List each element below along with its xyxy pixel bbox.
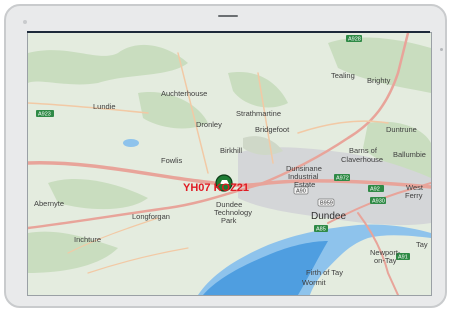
road-label-a92: A92 [370,187,380,193]
road-label-a928: A928 [348,37,361,43]
place-label-longforgan: Longforgan [132,212,170,221]
road-label-a930: A930 [372,199,385,205]
speaker-slot [218,15,238,17]
place-label-duntrune: Duntrune [386,125,417,134]
lake [123,139,139,147]
place-label-auchterhouse: Auchterhouse [161,89,207,98]
place-label-barns-of: Barns of [349,146,378,155]
place-label-dundee-tech-3: Park [221,216,237,225]
place-label-abernyte: Abernyte [34,199,64,208]
vehicle-registration-label[interactable]: YH07 KOZ21 [183,182,249,194]
place-label-bridgefoot: Bridgefoot [255,125,290,134]
place-label-inchture: Inchture [74,235,101,244]
road-label-a90: A90 [296,189,306,195]
map-top-bar [27,31,430,33]
place-label-newport-2: on-Tay [374,256,397,265]
road-label-a85: A85 [316,227,326,233]
place-label-dronley: Dronley [196,120,222,129]
map-view[interactable]: A928 A923 A90 A972 A92 B959 A930 A85 A91… [27,32,432,296]
place-label-fowlis: Fowlis [161,156,183,165]
road-label-a972: A972 [336,176,349,182]
place-label-dundee: Dundee [311,211,346,222]
place-label-claverhouse: Claverhouse [341,155,383,164]
camera-dot [440,48,443,51]
place-label-estate: Estate [294,180,315,189]
place-label-firth-of-tay: Firth of Tay [306,268,343,277]
place-label-birkhill: Birkhill [220,146,242,155]
map-canvas[interactable]: A928 A923 A90 A972 A92 B959 A930 A85 A91… [28,33,431,295]
place-label-ballumbie: Ballumbie [393,150,426,159]
place-label-strathmartine: Strathmartine [236,109,281,118]
place-label-brighty: Brighty [367,76,391,85]
place-label-lundie: Lundie [93,102,116,111]
frame-screw-dot [23,20,27,24]
place-label-ferry: Ferry [405,191,423,200]
road-label-a923: A923 [38,112,51,118]
road-label-b959: B959 [320,201,333,207]
place-label-wormit: Wormit [302,278,327,287]
place-label-tay: Tay [416,240,428,249]
place-label-tealing: Tealing [331,71,355,80]
